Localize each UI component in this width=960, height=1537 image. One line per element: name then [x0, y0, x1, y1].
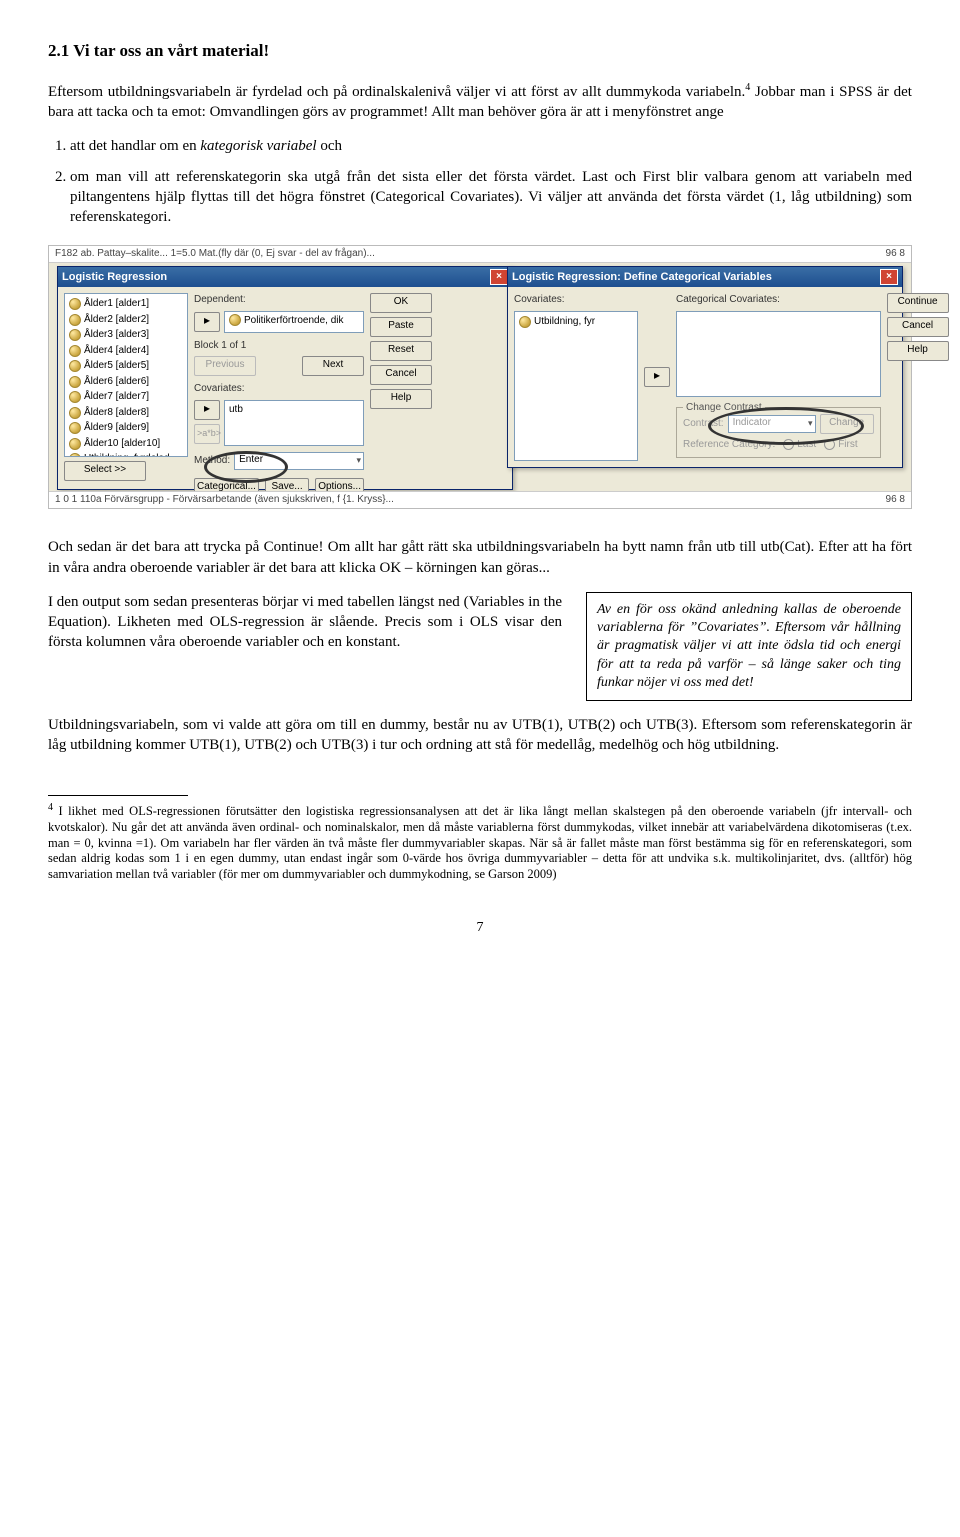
method-label: Method:	[194, 454, 230, 468]
contrast-label: Contrast:	[683, 417, 724, 431]
change-button: Change	[820, 414, 874, 434]
logistic-regression-dialog: Logistic Regression × Ålder1 [alder1] Ål…	[57, 266, 513, 490]
dialog-titlebar: Logistic Regression: Define Categorical …	[508, 267, 902, 287]
block-label: Block 1 of 1	[194, 339, 364, 353]
covariates-label: Covariates:	[194, 382, 364, 396]
help-button[interactable]: Help	[370, 389, 432, 409]
grid-footer-row: 1 0 1 110a Förvärsgrupp - Förvärsarbetan…	[49, 491, 911, 508]
arrow-button[interactable]: ▸	[194, 400, 220, 420]
covariates-field[interactable]: utb	[224, 400, 364, 446]
body-paragraph: I den output som sedan presenteras börja…	[48, 592, 562, 653]
dialog-title: Logistic Regression	[62, 270, 167, 285]
dialog-title: Logistic Regression: Define Categorical …	[512, 270, 772, 285]
body-paragraph: Utbildningsvariabeln, som vi valde att g…	[48, 715, 912, 756]
covariates-list[interactable]: Utbildning, fyr	[514, 311, 638, 462]
reference-category-label: Reference Category:	[683, 438, 775, 452]
define-categorical-dialog: Logistic Regression: Define Categorical …	[507, 266, 903, 468]
cancel-button[interactable]: Cancel	[887, 317, 949, 337]
select-button[interactable]: Select >>	[64, 461, 146, 481]
last-radio: Last	[783, 438, 816, 452]
close-icon[interactable]: ×	[880, 269, 898, 285]
callout-box: Av en för oss okänd anledning kallas de …	[586, 592, 912, 701]
categorical-covariates-list[interactable]	[676, 311, 881, 397]
change-contrast-label: Change Contrast	[683, 401, 765, 415]
section-heading: 2.1 Vi tar oss an vårt material!	[48, 40, 912, 63]
body-paragraph: Och sedan är det bara att trycka på Cont…	[48, 537, 912, 578]
close-icon[interactable]: ×	[490, 269, 508, 285]
reset-button[interactable]: Reset	[370, 341, 432, 361]
grid-header-row: F182 ab. Pattay–skalite... 1=5.0 Mat.(fl…	[49, 246, 911, 263]
variable-list[interactable]: Ålder1 [alder1] Ålder2 [alder2] Ålder3 […	[64, 293, 188, 457]
interaction-button: >a*b>	[194, 424, 220, 444]
footnote: 4 I likhet med OLS-regressionen förutsät…	[48, 802, 912, 882]
help-button[interactable]: Help	[887, 341, 949, 361]
paste-button[interactable]: Paste	[370, 317, 432, 337]
arrow-button[interactable]: ▸	[644, 367, 670, 387]
dependent-field[interactable]: Politikerförtroende, dik	[224, 311, 364, 333]
dialog-titlebar: Logistic Regression ×	[58, 267, 512, 287]
previous-button: Previous	[194, 356, 256, 376]
intro-paragraph: Eftersom utbildningsvariabeln är fyrdela…	[48, 81, 912, 123]
covariates-label: Covariates:	[514, 293, 638, 307]
page-number: 7	[48, 919, 912, 938]
numbered-list: att det handlar om en kategorisk variabe…	[70, 136, 912, 227]
method-select[interactable]: Enter	[234, 452, 364, 470]
dependent-label: Dependent:	[194, 293, 364, 307]
contrast-select: Indicator	[728, 415, 816, 433]
arrow-button[interactable]: ▸	[194, 312, 220, 332]
ok-button[interactable]: OK	[370, 293, 432, 313]
cancel-button[interactable]: Cancel	[370, 365, 432, 385]
list-item: om man vill att referenskategorin ska ut…	[70, 167, 912, 228]
list-item: att det handlar om en kategorisk variabe…	[70, 136, 912, 156]
first-radio: First	[824, 438, 857, 452]
categorical-covariates-label: Categorical Covariates:	[676, 293, 881, 307]
spss-screenshot: F182 ab. Pattay–skalite... 1=5.0 Mat.(fl…	[48, 245, 912, 509]
continue-button[interactable]: Continue	[887, 293, 949, 313]
next-button[interactable]: Next	[302, 356, 364, 376]
footnote-separator	[48, 795, 188, 796]
